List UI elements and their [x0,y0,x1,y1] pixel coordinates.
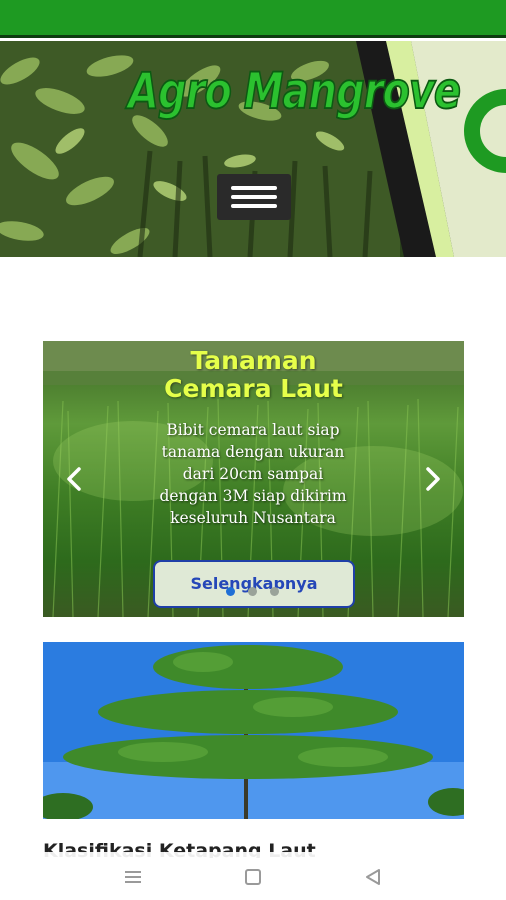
carousel-dot-1[interactable] [226,587,235,596]
hamburger-icon-bar [231,204,277,208]
hamburger-icon [231,186,277,190]
carousel-dot-2[interactable] [248,587,257,596]
slide-description-line: Bibit cemara laut siap [166,421,340,439]
hamburger-icon-bar [231,195,277,199]
slide-title-line: Tanaman [190,346,317,375]
chevron-right-icon[interactable] [418,465,446,493]
slide-description-line: keseluruh Nusantara [170,509,336,527]
menu-lines-icon[interactable] [122,866,144,888]
status-bar [0,0,506,38]
slide-description-line: tanama dengan ukuran [161,443,345,461]
square-home-icon[interactable] [242,866,264,888]
slide-description-line: dengan 3M siap dikirim [159,487,347,505]
ketapang-tree-image[interactable] [43,642,464,819]
tree-image [43,642,464,819]
slide-description: Bibit cemara laut siap tanama dengan uku… [133,419,373,529]
carousel-dot-3[interactable] [270,587,279,596]
system-navigation-bar [0,852,506,900]
slide-description-line: dari 20cm sampai [182,465,324,483]
carousel-indicators [226,587,286,599]
hero-banner: Agro Mangrove [0,41,506,257]
triangle-back-icon[interactable] [362,866,384,888]
slide-title-line: Cemara Laut [164,374,343,403]
carousel-slide[interactable]: Tanaman Cemara Laut Bibit cemara laut si… [43,341,464,617]
selengkapnya-button[interactable]: Selengkapnya [153,560,355,608]
menu-button[interactable] [217,174,291,220]
slide-title: Tanaman Cemara Laut [43,347,464,403]
agro-mangrove-logo[interactable]: Agro Mangrove [127,62,462,141]
chevron-left-icon[interactable] [61,465,89,493]
